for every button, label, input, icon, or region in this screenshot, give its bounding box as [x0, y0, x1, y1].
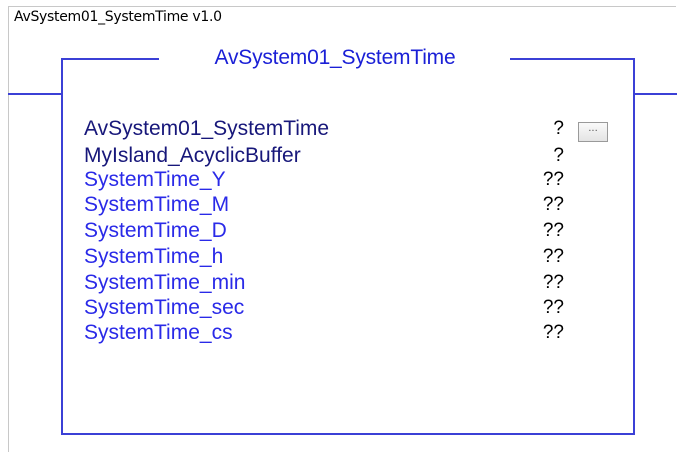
- function-block-top-border-right: [510, 58, 635, 60]
- instruction-header-label: AvSystem01_SystemTime v1.0: [14, 9, 222, 25]
- param-row-systemtime-sec[interactable]: SystemTime_sec ??: [84, 296, 584, 320]
- param-row-systemtime-d[interactable]: SystemTime_D ??: [84, 219, 584, 243]
- param-name: SystemTime_sec: [84, 296, 245, 319]
- rung-wire-left: [8, 93, 62, 95]
- param-value[interactable]: ??: [543, 296, 564, 320]
- param-value[interactable]: ?: [553, 144, 564, 168]
- function-block-top-border-left: [61, 58, 159, 60]
- function-block-title: AvSystem01_SystemTime: [214, 46, 456, 69]
- param-name: SystemTime_Y: [84, 168, 226, 191]
- param-value[interactable]: ??: [543, 245, 564, 269]
- param-name: SystemTime_D: [84, 219, 227, 242]
- param-value[interactable]: ??: [543, 193, 564, 217]
- param-value[interactable]: ?: [553, 117, 564, 141]
- param-value[interactable]: ??: [543, 271, 564, 295]
- param-row-systemtime-y[interactable]: SystemTime_Y ??: [84, 168, 584, 192]
- param-row-instance[interactable]: AvSystem01_SystemTime ?: [84, 117, 584, 141]
- param-row-systemtime-h[interactable]: SystemTime_h ??: [84, 245, 584, 269]
- param-value[interactable]: ??: [543, 168, 564, 192]
- param-row-acyclic-buffer[interactable]: MyIsland_AcyclicBuffer ?: [84, 144, 584, 168]
- param-name: MyIsland_AcyclicBuffer: [84, 144, 301, 167]
- param-name: SystemTime_cs: [84, 321, 233, 344]
- param-row-systemtime-min[interactable]: SystemTime_min ??: [84, 271, 584, 295]
- param-name: AvSystem01_SystemTime: [84, 117, 330, 140]
- param-row-systemtime-cs[interactable]: SystemTime_cs ??: [84, 321, 584, 345]
- param-row-systemtime-m[interactable]: SystemTime_M ??: [84, 193, 584, 217]
- param-value[interactable]: ??: [543, 219, 564, 243]
- param-name: SystemTime_h: [84, 245, 224, 268]
- rung-wire-right: [634, 93, 677, 95]
- param-value[interactable]: ??: [543, 321, 564, 345]
- param-name: SystemTime_min: [84, 271, 246, 294]
- param-name: SystemTime_M: [84, 193, 230, 216]
